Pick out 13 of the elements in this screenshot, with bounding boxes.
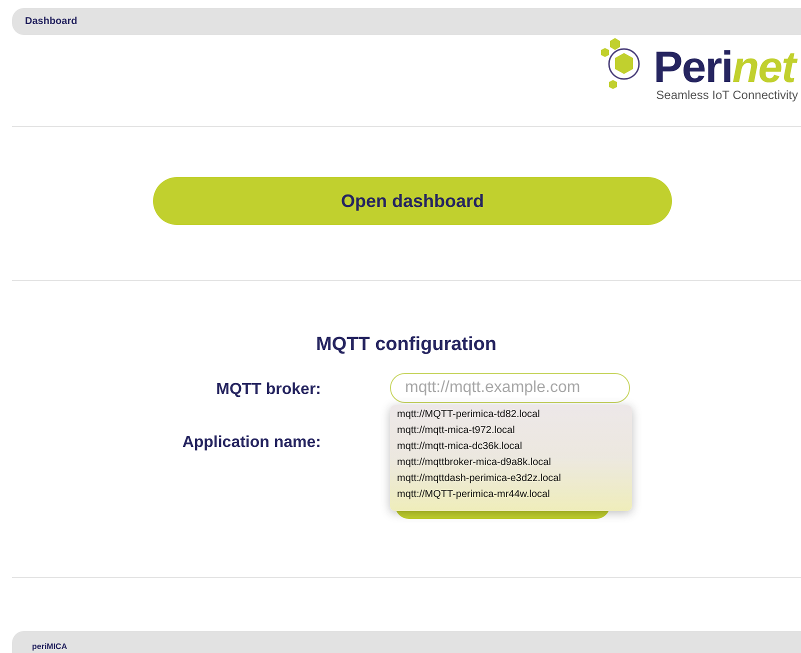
suggestion-item[interactable]: mqtt://MQTT-perimica-td82.local [397, 406, 625, 423]
header-title: Dashboard [25, 14, 78, 29]
suggestion-item[interactable]: mqtt://MQTT-perimica-mr44w.local [397, 486, 625, 503]
suggestion-item[interactable]: mqtt://mqtt-mica-dc36k.local [397, 438, 625, 455]
footer-title: periMICA [32, 641, 68, 653]
open-dashboard-button[interactable]: Open dashboard [153, 177, 672, 226]
application-name-label: Application name: [182, 432, 321, 453]
broker-label: MQTT broker: [216, 380, 321, 400]
mqtt-heading: MQTT configuration [316, 332, 496, 357]
suggestion-item[interactable]: mqtt://mqttdash-perimica-e3d2z.local [397, 470, 625, 487]
suggestion-item[interactable]: mqtt://mqttbroker-mica-d9a8k.local [397, 454, 625, 471]
suggestion-item[interactable]: mqtt://mqtt-mica-t972.local [397, 422, 625, 439]
broker-input-field[interactable]: mqtt://mqtt.example.com [390, 372, 630, 403]
